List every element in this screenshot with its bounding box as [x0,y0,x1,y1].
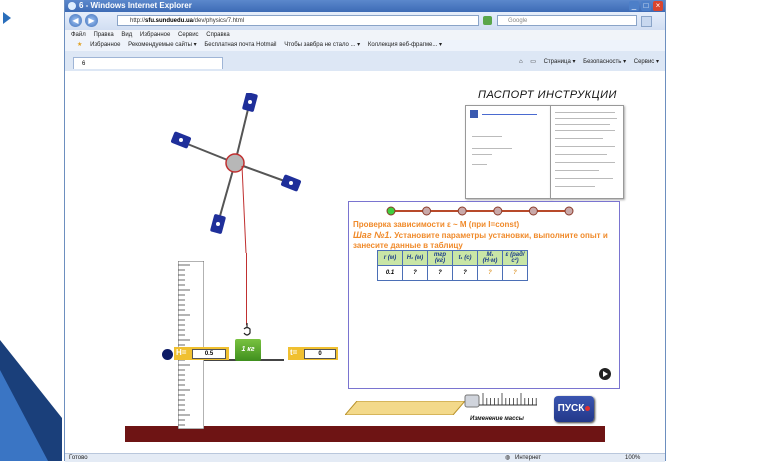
pendulum-weight-top [242,93,258,112]
instruction-panel: Проверка зависимости ε ~ M (при I=const)… [348,201,620,389]
passport-doc-right[interactable] [550,105,624,199]
slide-decoration [0,340,62,461]
progress-step-dot[interactable] [422,206,432,216]
height-control: H= 0.5 [174,347,229,360]
progress-step-dot[interactable] [457,206,467,216]
height-input[interactable]: 0.5 [192,349,226,359]
ie-icon [68,2,76,10]
window-title: 6 - Windows Internet Explorer [79,1,192,10]
menu-edit[interactable]: Правка [93,32,113,38]
back-icon[interactable]: ◀ [69,14,82,27]
pendulum-weight-right [281,174,301,192]
start-button[interactable]: ПУСК [554,396,594,422]
time-value: 0 [304,349,336,359]
menu-view[interactable]: Вид [121,32,132,38]
step-progress [386,206,574,216]
mass-change-label: Изменение массы [470,416,524,422]
address-bar: ◀ ▶ http://sfu.sunduedu.ua/dev/physics/7… [65,12,665,30]
url-path: /dev/physics/7.html [193,18,245,24]
cmd-page[interactable]: Страница ▾ [544,59,576,65]
passport-doc-left[interactable] [465,105,551,199]
step-heading: Проверка зависимости ε ~ M (при I=const) [353,220,520,229]
cmd-security[interactable]: Безопасность ▾ [583,59,626,65]
search-placeholder: Google [508,18,528,24]
tab-bar: 6 ⌂ ▭ Страница ▾ Безопасность ▾ Сервис ▾ [65,51,665,71]
height-label: H= [176,348,187,357]
fav-link-hotmail[interactable]: Бесплатная почта Hotmail [204,42,276,48]
fav-link-folder[interactable]: Чтобы завбра не стало ... ▾ [284,42,360,48]
tab-label: 6 [82,61,86,67]
menu-file[interactable]: Файл [71,32,86,38]
hook-icon [243,323,251,336]
mass-slider[interactable] [463,389,538,411]
table-cell[interactable]: 0.1 [377,265,403,281]
favorites-label: Избранное [90,42,121,48]
col-header: ε (рад/с²) [502,250,528,266]
mass-plate [345,401,465,415]
step-label: Шаг №1. [353,230,392,240]
table-cell[interactable]: ? [452,265,478,281]
menu-favorites[interactable]: Избранное [140,32,170,38]
load-weight[interactable]: 1 кг [235,339,261,361]
home-icon[interactable]: ⌂ [519,59,523,65]
progress-step-dot[interactable] [564,206,574,216]
refresh-icon[interactable] [483,16,492,25]
close-icon[interactable]: × [653,1,663,11]
menu-tools[interactable]: Сервис [178,32,199,38]
ball-marker [162,349,173,360]
fav-link-recommended[interactable]: Рекомендуемые сайты ▾ [128,42,197,48]
url-domain: sfu.sunduedu.ua [145,18,194,24]
minimize-icon[interactable]: _ [629,1,639,11]
measurement-table: r (м) H₁ (м) mгр (кг) t₁ (с) M₁ (Н·м) ε … [377,250,528,281]
maximize-icon[interactable]: □ [641,1,651,11]
col-header: mгр (кг) [427,250,453,266]
ruler [178,261,204,429]
favorites-star-button[interactable]: ★ Избранное [71,42,120,48]
pendulum-weight-left [171,131,191,149]
browser-window: 6 - Windows Internet Explorer _ □ × ◀ ▶ … [64,0,666,462]
menu-bar: Файл Правка Вид Избранное Сервис Справка [65,30,665,40]
col-header: H₁ (м) [402,250,428,266]
pendulum-weight-bottom [210,214,226,234]
print-icon[interactable]: ▭ [530,59,536,65]
pendulum-cross [171,93,301,253]
progress-step-dot[interactable] [386,206,396,216]
time-label: t= [290,348,298,357]
progress-step-dot[interactable] [528,206,538,216]
col-header: M₁ (Н·м) [477,250,503,266]
menu-help[interactable]: Справка [206,32,230,38]
step-instructions: Проверка зависимости ε ~ M (при I=const)… [353,220,615,251]
title-bar: 6 - Windows Internet Explorer _ □ × [65,0,665,12]
url-input[interactable]: http://sfu.sunduedu.ua/dev/physics/7.htm… [117,15,479,26]
next-step-button[interactable] [599,368,611,380]
status-text: Готово [69,455,88,461]
col-header: r (м) [377,250,403,266]
col-header: t₁ (с) [452,250,478,266]
star-icon: ★ [77,42,83,48]
page-content: 1 кг H= 0.5 t= 0 ПАСПОРТ ИНСТРУКЦИИ Пров… [65,71,665,453]
command-bar: ⌂ ▭ Страница ▾ Безопасность ▾ Сервис ▾ [513,58,659,65]
forward-icon[interactable]: ▶ [85,14,98,27]
simulation-stage: 1 кг H= 0.5 t= 0 ПАСПОРТ ИНСТРУКЦИИ Пров… [80,83,638,443]
search-icon[interactable] [641,16,652,27]
step-body: Установите параметры установки, выполнит… [353,231,608,250]
fav-link-webslices[interactable]: Коллекция веб-фрагме... ▾ [368,42,442,48]
table-cell[interactable]: ? [477,265,503,281]
table-cell[interactable]: ? [402,265,428,281]
search-input[interactable]: Google [497,15,637,26]
start-indicator-icon [585,406,591,411]
slide-bullet-icon [3,12,11,24]
url-prefix: http:// [130,18,146,24]
table-cell[interactable]: ? [427,265,453,281]
logo-icon [470,110,478,118]
tab-current[interactable]: 6 [73,57,223,69]
passport-title: ПАСПОРТ ИНСТРУКЦИИ [478,89,617,101]
thread [246,253,247,325]
time-display: t= 0 [288,347,338,360]
start-label: ПУСК [557,403,585,414]
table-cell[interactable]: ? [502,265,528,281]
cmd-tools[interactable]: Сервис ▾ [634,59,659,65]
progress-step-dot[interactable] [493,206,503,216]
